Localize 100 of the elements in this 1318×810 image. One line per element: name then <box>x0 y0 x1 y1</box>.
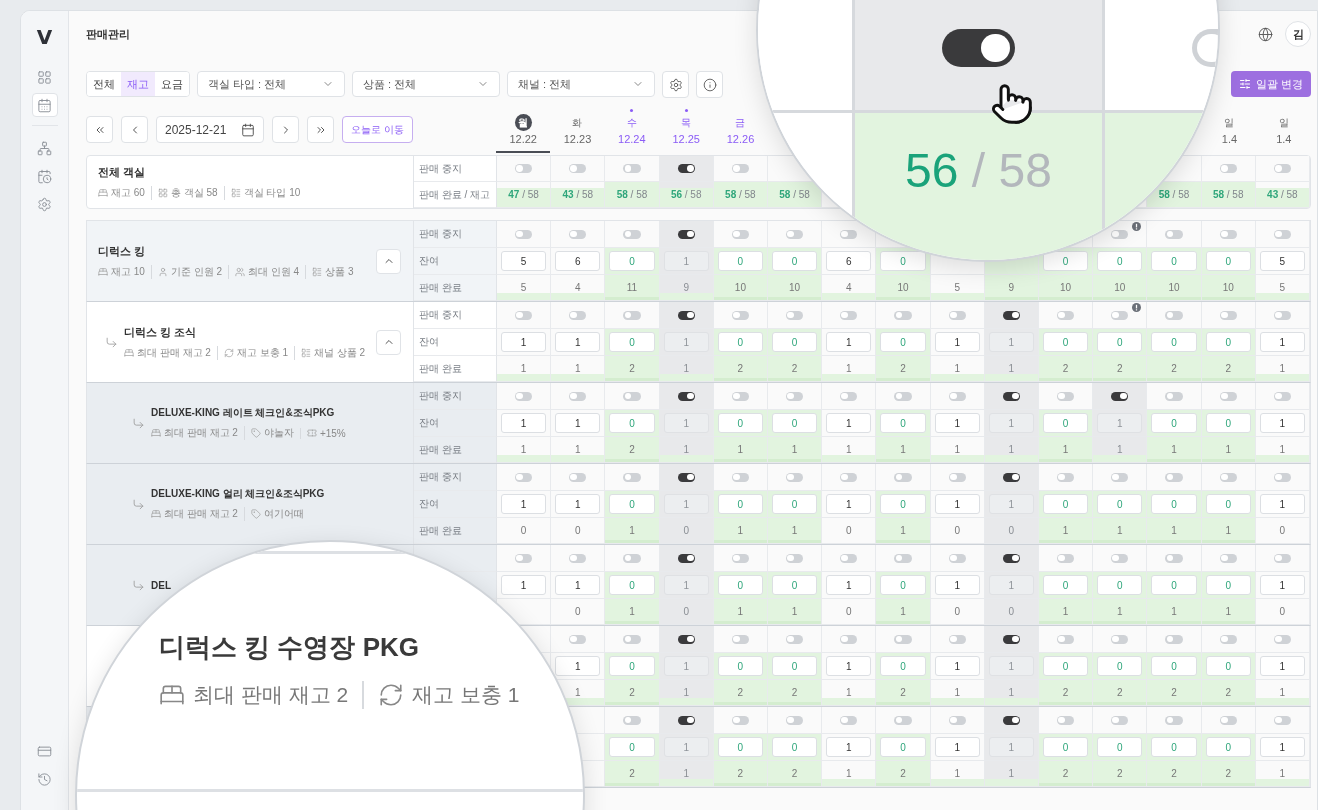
remain-input[interactable]: 0 <box>1151 251 1197 271</box>
remain-input[interactable]: 1 <box>663 494 709 514</box>
toggle-switch[interactable] <box>1002 472 1020 482</box>
toggle-switch[interactable] <box>786 472 804 482</box>
remain-input[interactable]: 0 <box>1097 575 1143 595</box>
toggle-switch[interactable] <box>1165 634 1183 644</box>
toggle-switch[interactable] <box>623 391 641 401</box>
remain-input[interactable]: 1 <box>501 332 547 352</box>
toggle-switch[interactable] <box>1219 164 1237 173</box>
remain-input[interactable]: 0 <box>880 656 926 676</box>
toggle-switch[interactable] <box>840 634 858 644</box>
toggle-switch[interactable] <box>569 310 587 320</box>
toggle-switch[interactable] <box>569 391 587 401</box>
toggle-switch[interactable] <box>731 553 749 563</box>
remain-input[interactable]: 0 <box>609 413 655 433</box>
toggle-switch[interactable] <box>786 310 804 320</box>
toggle-switch[interactable] <box>731 715 749 725</box>
toggle-switch[interactable] <box>677 553 695 563</box>
remain-input[interactable]: 0 <box>1043 656 1089 676</box>
toggle-switch[interactable] <box>1165 553 1183 563</box>
toggle-switch[interactable] <box>948 553 966 563</box>
remain-input[interactable]: 0 <box>609 332 655 352</box>
remain-input[interactable]: 0 <box>717 494 763 514</box>
toggle-switch[interactable] <box>677 472 695 482</box>
remain-input[interactable]: 5 <box>501 251 547 271</box>
sidebar-item[interactable] <box>31 93 58 117</box>
remain-input[interactable]: 1 <box>1259 494 1305 514</box>
date-header[interactable]: 금 12.26 <box>726 109 755 153</box>
remain-input[interactable]: 0 <box>772 332 818 352</box>
toggle-switch[interactable] <box>1273 553 1291 563</box>
remain-input[interactable]: 0 <box>1097 251 1143 271</box>
toggle-switch[interactable] <box>731 164 749 173</box>
remain-input[interactable]: 0 <box>1043 737 1089 757</box>
remain-input[interactable]: 0 <box>1043 332 1089 352</box>
toggle-switch[interactable] <box>1165 310 1183 320</box>
toggle-switch[interactable] <box>731 634 749 644</box>
toggle-switch[interactable] <box>1057 553 1075 563</box>
toggle-switch[interactable] <box>840 229 858 239</box>
toggle-switch[interactable] <box>677 310 695 320</box>
toggle-switch[interactable] <box>1057 715 1075 725</box>
remain-input[interactable]: 0 <box>772 737 818 757</box>
toggle-switch[interactable] <box>1219 553 1237 563</box>
toggle-switch[interactable] <box>1219 310 1237 320</box>
toggle-switch[interactable] <box>623 229 641 239</box>
remain-input[interactable]: 0 <box>772 413 818 433</box>
toggle-switch[interactable] <box>1002 391 1020 401</box>
remain-input[interactable]: 0 <box>609 656 655 676</box>
remain-input[interactable]: 0 <box>772 575 818 595</box>
remain-input[interactable]: 1 <box>934 575 980 595</box>
remain-input[interactable]: 1 <box>555 656 601 676</box>
remain-input[interactable]: 0 <box>1151 575 1197 595</box>
toggle-switch[interactable] <box>515 164 533 173</box>
remain-input[interactable]: 1 <box>826 332 872 352</box>
toggle-switch[interactable] <box>1273 310 1291 320</box>
collapse-button[interactable] <box>376 329 401 355</box>
remain-input[interactable]: 0 <box>717 575 763 595</box>
remain-input[interactable]: 1 <box>934 332 980 352</box>
date-header[interactable]: 월 12.22 <box>496 109 551 153</box>
toggle-switch[interactable] <box>1111 391 1129 401</box>
toggle-switch[interactable] <box>1111 229 1129 239</box>
toggle-switch[interactable] <box>1273 391 1291 401</box>
toggle-switch[interactable] <box>569 472 587 482</box>
remain-input[interactable]: 0 <box>772 656 818 676</box>
date-header[interactable]: 수 12.24 <box>618 109 646 153</box>
remain-input[interactable]: 0 <box>1205 413 1251 433</box>
toggle-switch[interactable] <box>731 391 749 401</box>
remain-input[interactable]: 1 <box>988 494 1034 514</box>
toggle-switch[interactable] <box>569 229 587 239</box>
toggle-switch[interactable] <box>786 715 804 725</box>
toggle-switch[interactable] <box>948 715 966 725</box>
remain-input[interactable]: 0 <box>1043 251 1089 271</box>
remain-input[interactable]: 0 <box>717 656 763 676</box>
bulk-edit-button[interactable]: 일괄 변경 <box>1230 71 1311 97</box>
toggle-switch[interactable] <box>840 715 858 725</box>
remain-input[interactable]: 0 <box>1205 737 1251 757</box>
info-button[interactable] <box>696 71 723 98</box>
remain-input[interactable]: 1 <box>826 656 872 676</box>
next-button[interactable] <box>272 116 299 143</box>
toggle-switch[interactable] <box>515 229 533 239</box>
remain-input[interactable]: 1 <box>555 413 601 433</box>
toggle-switch[interactable] <box>623 472 641 482</box>
toggle-switch[interactable] <box>1273 164 1291 173</box>
toggle-switch[interactable] <box>515 472 533 482</box>
remain-input[interactable]: 1 <box>555 575 601 595</box>
remain-input[interactable]: 0 <box>1151 413 1197 433</box>
remain-input[interactable]: 1 <box>826 413 872 433</box>
remain-input[interactable]: 0 <box>1151 332 1197 352</box>
toggle-switch[interactable] <box>1219 391 1237 401</box>
toggle-switch[interactable] <box>894 391 912 401</box>
settings-button[interactable] <box>662 71 689 98</box>
remain-input[interactable]: 0 <box>1205 494 1251 514</box>
remain-input[interactable]: 0 <box>717 251 763 271</box>
remain-input[interactable]: 0 <box>1097 332 1143 352</box>
filter-dropdown[interactable]: 채널 : 전체 <box>507 71 655 97</box>
toggle-switch[interactable] <box>1057 391 1075 401</box>
remain-input[interactable]: 0 <box>1043 494 1089 514</box>
toggle-switch[interactable] <box>1057 310 1075 320</box>
remain-input[interactable]: 1 <box>555 494 601 514</box>
toggle-switch[interactable] <box>677 229 695 239</box>
remain-input[interactable]: 0 <box>772 494 818 514</box>
